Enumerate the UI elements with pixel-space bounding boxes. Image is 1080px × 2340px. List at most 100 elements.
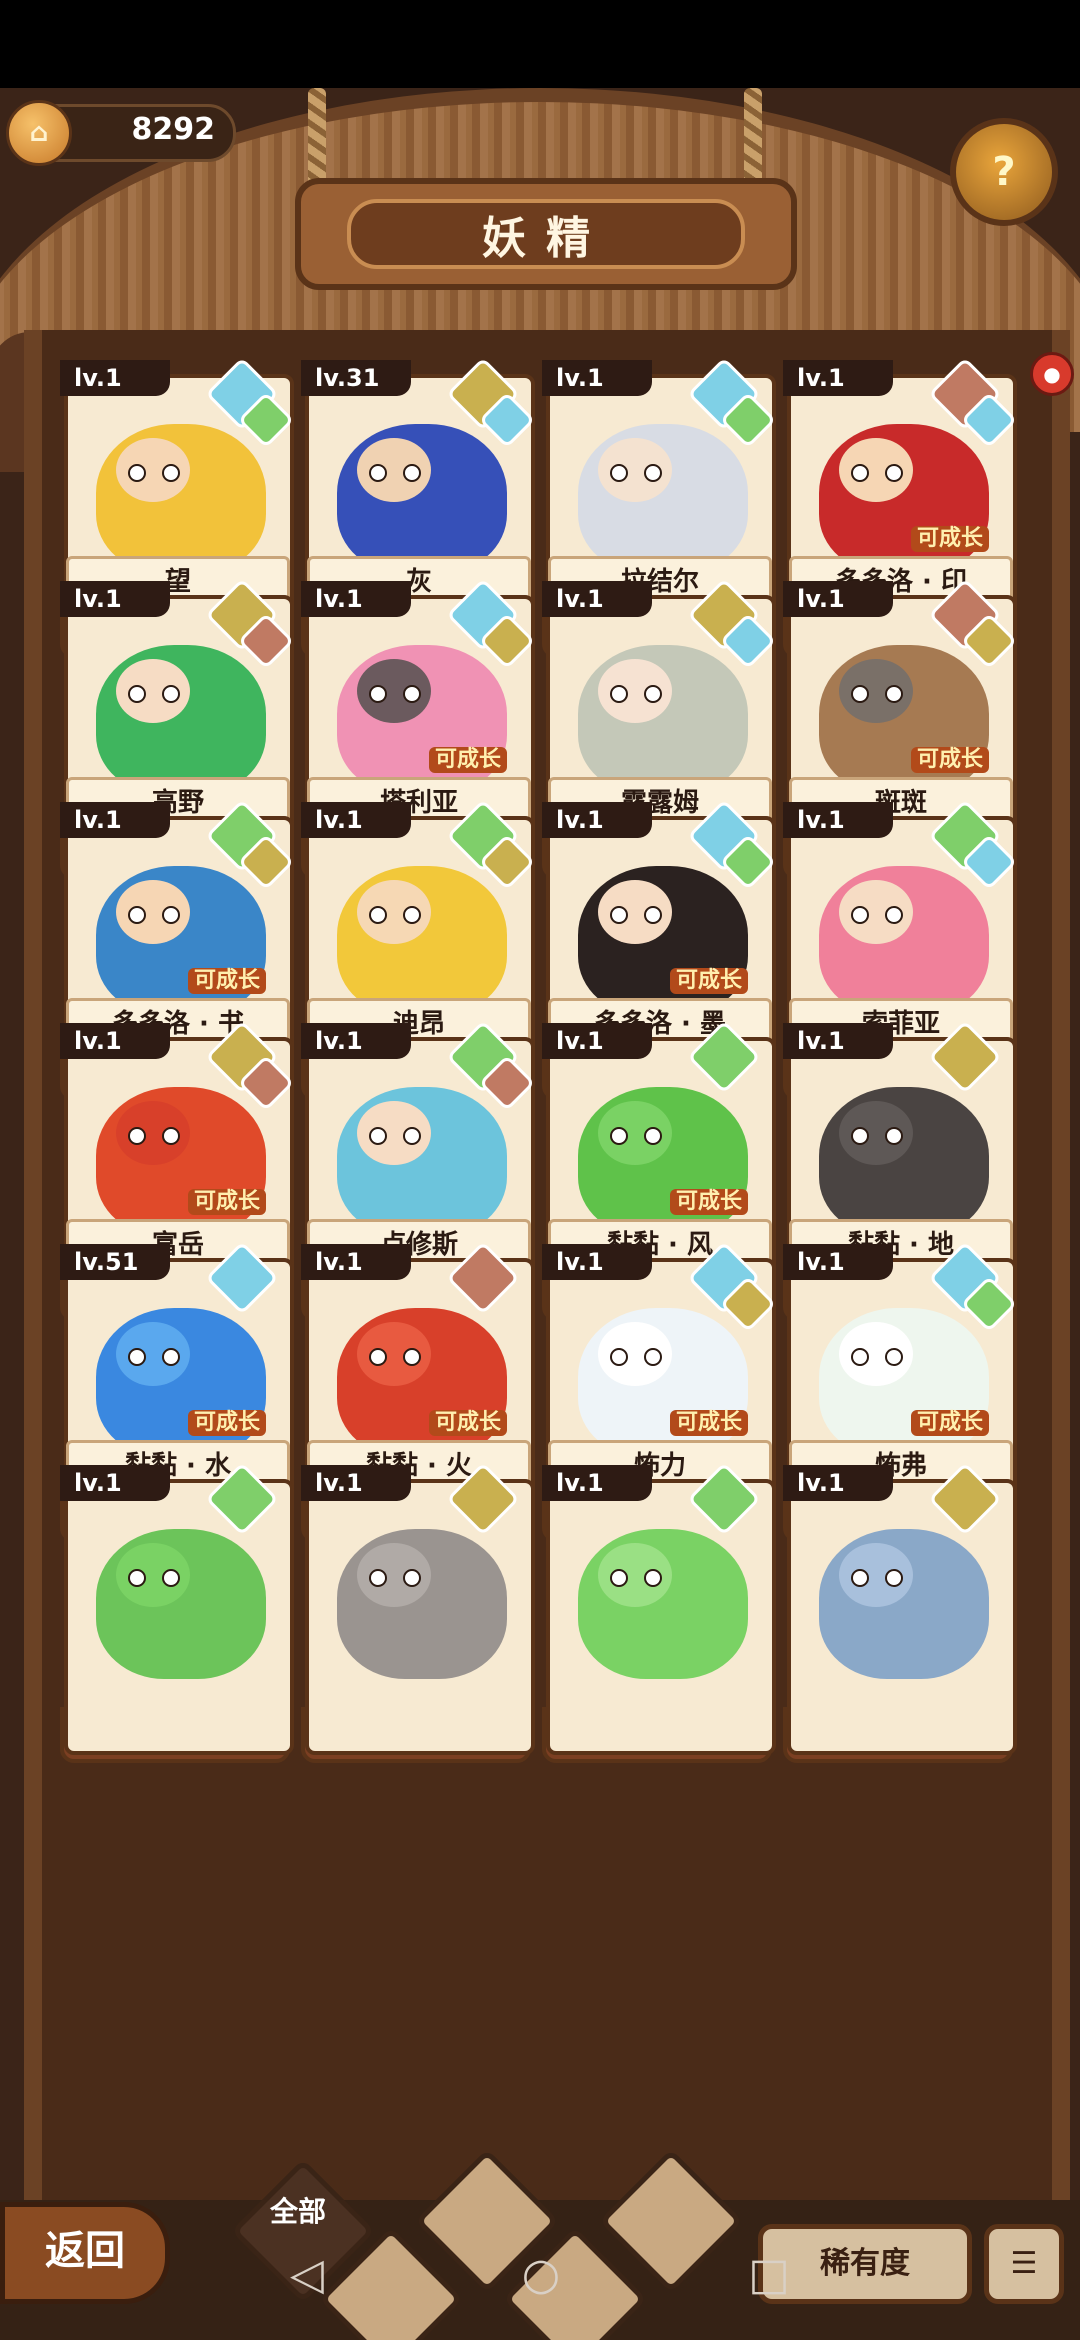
fairy-portrait-hair [96,1529,266,1679]
growable-badge: 可成长 [911,1410,990,1436]
fairy-card[interactable]: lv.1 [783,1462,1017,1765]
card-body [546,1479,776,1755]
eye-icon [885,464,903,482]
eye-icon [369,464,387,482]
sort-button[interactable]: ☰ [984,2224,1064,2304]
eye-icon [644,464,662,482]
fairy-portrait-hair [819,866,989,1016]
eye-icon [403,464,421,482]
fairy-portrait-hair [337,1087,507,1237]
help-button[interactable]: ? [950,118,1058,226]
fairy-portrait-hair [96,424,266,574]
nav-recent-icon[interactable]: □ [744,2250,794,2300]
fairy-card[interactable]: lv.1 [301,1462,535,1765]
fairy-portrait-hair [578,424,748,574]
eye-icon [162,1348,180,1366]
eye-icon [162,464,180,482]
fairy-eyes [610,464,662,482]
fairy-eyes [369,1569,421,1587]
level-badge: lv.31 [301,360,411,396]
eye-icon [851,464,869,482]
eye-icon [851,685,869,703]
eye-icon [128,1569,146,1587]
fairy-portrait-hair [819,1087,989,1237]
sort-icon: ☰ [1010,2246,1038,2281]
card-body [305,1479,535,1755]
coin-amount: 8292 [131,112,216,147]
eye-icon [851,1569,869,1587]
eye-icon [885,1569,903,1587]
level-badge: lv.1 [542,802,652,838]
growable-badge: 可成长 [911,747,990,773]
level-badge: lv.1 [542,1023,652,1059]
level-badge: lv.1 [60,581,170,617]
level-badge: lv.1 [60,360,170,396]
eye-icon [885,1348,903,1366]
growable-badge: 可成长 [188,1410,267,1436]
fairy-eyes [128,1348,180,1366]
fairy-eyes [128,1127,180,1145]
eye-icon [403,685,421,703]
growable-badge: 可成长 [670,1189,749,1215]
fairy-portrait-hair [578,645,748,795]
level-badge: lv.1 [301,802,411,838]
eye-icon [610,906,628,924]
eye-icon [885,906,903,924]
eye-icon [851,1348,869,1366]
eye-icon [369,1569,387,1587]
title-board: 妖精 [295,178,797,290]
level-badge: lv.1 [542,1244,652,1280]
eye-icon [403,906,421,924]
eye-icon [369,1127,387,1145]
level-badge: lv.1 [60,1465,170,1501]
fairy-portrait-hair [337,866,507,1016]
eye-icon [369,906,387,924]
growable-badge: 可成长 [429,747,508,773]
question-sprout-icon: ? [992,149,1016,195]
nav-home-icon[interactable]: ○ [516,2250,566,2300]
fairy-card[interactable]: lv.1 [542,1462,776,1765]
level-badge: lv.1 [783,360,893,396]
fairy-eyes [369,906,421,924]
eye-icon [403,1569,421,1587]
card-body [787,1479,1017,1755]
growable-badge: 可成长 [188,968,267,994]
back-button[interactable]: 返回 [0,2202,170,2304]
eye-icon [128,685,146,703]
eye-icon [403,1127,421,1145]
eye-icon [851,1127,869,1145]
growable-badge: 可成长 [429,1410,508,1436]
nav-back-icon[interactable]: ◁ [282,2250,332,2300]
coin-icon: ⌂ [6,100,72,166]
ladybug-icon[interactable]: ● [1030,352,1074,396]
fairy-eyes [851,1348,903,1366]
level-badge: lv.1 [783,1023,893,1059]
fairy-grid: lv.1望★★★★★lv.31灰★★★★★lv.1拉结尔★★★★★lv.1多多洛… [60,357,1024,2320]
fairy-eyes [851,464,903,482]
card-body [64,1479,294,1755]
fairy-eyes [851,685,903,703]
fairy-eyes [369,464,421,482]
eye-icon [885,1127,903,1145]
fairy-eyes [610,1348,662,1366]
fairy-card[interactable]: lv.1 [60,1462,294,1765]
level-badge: lv.1 [60,802,170,838]
fairy-eyes [610,1569,662,1587]
eye-icon [403,1348,421,1366]
eye-icon [610,1569,628,1587]
game-screen: ⌂ 8292 ? 妖精 ● lv.1望★★★★★lv.31灰★★★★★lv.1拉… [0,0,1080,2340]
growable-badge: 可成长 [670,1410,749,1436]
level-badge: lv.1 [783,802,893,838]
eye-icon [162,1127,180,1145]
eye-icon [162,906,180,924]
growable-badge: 可成长 [188,1189,267,1215]
fairy-portrait-hair [819,1529,989,1679]
eye-icon [128,464,146,482]
eye-icon [162,1569,180,1587]
status-bar [0,0,1080,88]
eye-icon [610,1127,628,1145]
level-badge: lv.1 [542,360,652,396]
eye-icon [610,1348,628,1366]
eye-icon [644,1348,662,1366]
eye-icon [885,685,903,703]
